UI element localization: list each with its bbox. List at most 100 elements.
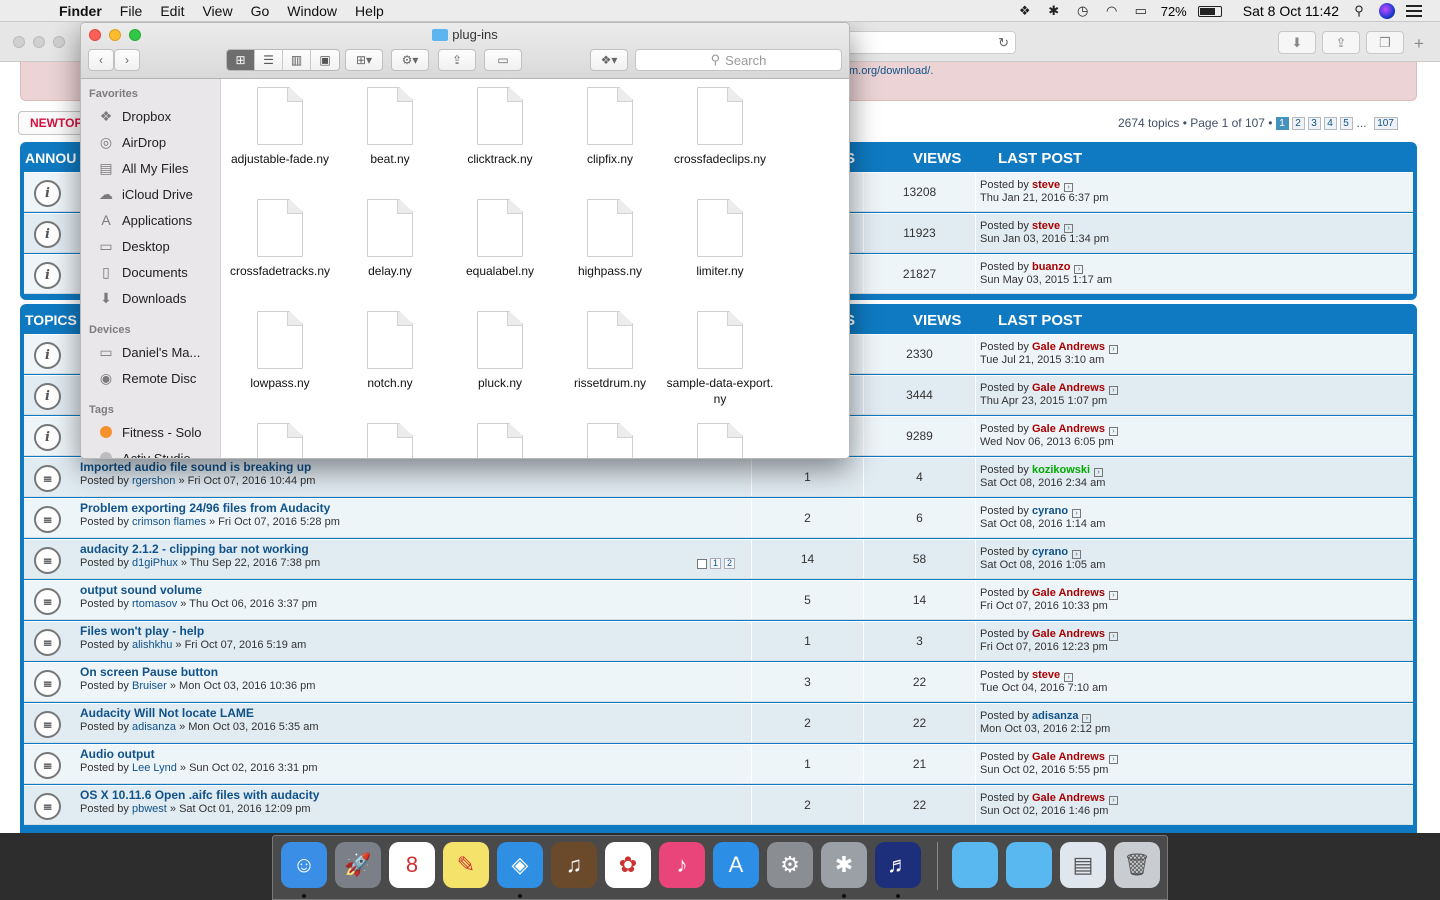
topic-title[interactable]: On screen Pause button	[80, 665, 218, 679]
topic-author[interactable]: alishkhu	[132, 639, 172, 651]
topic-title[interactable]: audacity 2.1.2 - clipping bar not workin…	[80, 542, 309, 556]
new-tab-icon[interactable]: +	[1414, 34, 1424, 54]
topic-row[interactable]: ≡ Audacity Will Not locate LAME Posted by …	[24, 703, 1413, 743]
file-item[interactable]	[445, 415, 555, 458]
menu-file[interactable]: File	[111, 3, 152, 19]
view-latest-post-icon[interactable]: ›	[1108, 386, 1118, 395]
sidebar-device-remote-disc[interactable]: ◉ Remote Disc	[97, 368, 197, 388]
topic-title[interactable]: Audacity Will Not locate LAME	[80, 706, 254, 720]
dropbox-button[interactable]: ❖▾	[590, 49, 628, 71]
new-topic-button[interactable]: NEWTOP	[18, 111, 88, 135]
file-item[interactable]: sample-data-export.ny	[665, 303, 775, 407]
sidebar-tag[interactable]: Activ Studio	[97, 448, 191, 458]
last-post-user[interactable]: kozikowski	[1032, 464, 1090, 476]
finder-dock-icon[interactable]: ☺	[281, 842, 327, 888]
file-item[interactable]	[665, 415, 775, 458]
page-1[interactable]: 1	[1275, 116, 1289, 130]
last-post-user[interactable]: cyrano	[1032, 546, 1068, 558]
topic-title[interactable]: OS X 10.11.6 Open .aifc files with audac…	[80, 788, 319, 802]
file-item[interactable]: lowpass.ny	[225, 303, 335, 391]
file-item[interactable]: highpass.ny	[555, 191, 665, 279]
file-item[interactable]	[555, 415, 665, 458]
last-post-user[interactable]: cyrano	[1032, 505, 1068, 517]
view-latest-post-icon[interactable]: ›	[1108, 427, 1118, 436]
menu-window[interactable]: Window	[278, 3, 346, 19]
topic-row[interactable]: ≡ OS X 10.11.6 Open .aifc files with auda…	[24, 785, 1413, 825]
file-item[interactable]: clipfix.ny	[555, 79, 665, 167]
topic-author[interactable]: pbwest	[132, 803, 167, 815]
column-view-button[interactable]: ▥	[283, 50, 311, 70]
topic-row[interactable]: ≡ Files won't play - help Posted by alishk…	[24, 621, 1413, 661]
battery-icon[interactable]	[1197, 5, 1222, 17]
topic-author[interactable]: d1giPhux	[132, 557, 178, 569]
address-bar[interactable]: ↻	[840, 31, 1016, 54]
file-item[interactable]: clicktrack.ny	[445, 79, 555, 167]
view-latest-post-icon[interactable]: ›	[1064, 183, 1074, 192]
bug-status-icon[interactable]: ✱	[1045, 3, 1063, 19]
dropbox-status-icon[interactable]: ❖	[1016, 3, 1034, 19]
topic-author[interactable]: rtomasov	[132, 598, 177, 610]
sidebar-item-airdrop[interactable]: ◎ AirDrop	[97, 132, 166, 152]
browser-zoom-button[interactable]	[53, 36, 65, 48]
topic-page-link[interactable]: 2	[724, 558, 735, 569]
page-2[interactable]: 2	[1291, 116, 1305, 130]
appstore-dock-icon[interactable]: A	[713, 842, 759, 888]
edit-tags-button[interactable]: ▭	[484, 49, 522, 71]
share-button[interactable]: ⇪	[438, 49, 476, 71]
view-latest-post-icon[interactable]: ›	[1064, 224, 1074, 233]
list-view-button[interactable]: ☰	[255, 50, 283, 70]
last-post-user[interactable]: Gale Andrews	[1032, 423, 1105, 435]
topic-author[interactable]: Lee Lynd	[132, 762, 177, 774]
view-latest-post-icon[interactable]: ›	[1094, 468, 1104, 477]
battery-percent[interactable]: 72%	[1161, 4, 1187, 19]
airplay-icon[interactable]: ▭	[1132, 3, 1150, 19]
share-button[interactable]: ⇪	[1322, 31, 1360, 54]
topic-row[interactable]: ≡ output sound volume Posted by rtomasov »…	[24, 580, 1413, 620]
topic-page-link[interactable]: 1	[710, 558, 721, 569]
last-post-user[interactable]: Gale Andrews	[1032, 341, 1105, 353]
time-machine-icon[interactable]: ◷	[1074, 3, 1092, 19]
topic-row[interactable]: ≡ Audio output Posted by Lee Lynd » Sun Oc…	[24, 744, 1413, 784]
view-latest-post-icon[interactable]: ›	[1108, 632, 1118, 641]
menu-help[interactable]: Help	[346, 3, 393, 19]
launchpad-dock-icon[interactable]: 🚀	[335, 842, 381, 888]
topic-title[interactable]: Imported audio file sound is breaking up	[80, 460, 311, 474]
trash-dock-icon[interactable]: 🗑	[1114, 842, 1160, 888]
downloads-button[interactable]: ⬇	[1278, 31, 1316, 54]
sidebar-item-all-my-files[interactable]: ▤ All My Files	[97, 158, 188, 178]
stickies-dock-icon[interactable]: ✎	[443, 842, 489, 888]
sidebar-tag[interactable]: Fitness - Solo	[97, 422, 201, 442]
view-latest-post-icon[interactable]: ›	[1074, 265, 1084, 274]
last-post-user[interactable]: buanzo	[1032, 261, 1071, 273]
notification-center-icon[interactable]	[1406, 5, 1422, 17]
system-preferences-dock-icon[interactable]: ⚙	[767, 842, 813, 888]
coverflow-view-button[interactable]: ▣	[311, 50, 339, 70]
itunes-dock-icon[interactable]: ♪	[659, 842, 705, 888]
file-item[interactable]	[225, 415, 335, 458]
view-latest-post-icon[interactable]: ›	[1064, 673, 1074, 682]
view-latest-post-icon[interactable]: ›	[1108, 345, 1118, 354]
view-latest-post-icon[interactable]: ›	[1108, 755, 1118, 764]
menu-go[interactable]: Go	[242, 3, 279, 19]
topic-title[interactable]: Audio output	[80, 747, 155, 761]
last-post-user[interactable]: steve	[1032, 220, 1060, 232]
file-item[interactable]: limiter.ny	[665, 191, 775, 279]
last-post-user[interactable]: Gale Andrews	[1032, 792, 1105, 804]
safari-dock-icon[interactable]: ◈	[497, 842, 543, 888]
icon-view-button[interactable]: ⊞	[227, 50, 255, 70]
file-item[interactable]: crossfadeclips.ny	[665, 79, 775, 167]
arrange-button[interactable]: ⊞▾	[345, 49, 383, 71]
topic-title[interactable]: Problem exporting 24/96 files from Audac…	[80, 501, 330, 515]
forward-button[interactable]: ›	[114, 49, 140, 71]
page-4[interactable]: 4	[1323, 116, 1337, 130]
download-link[interactable]: m.org/download/.	[849, 65, 933, 77]
siri-icon[interactable]	[1379, 3, 1395, 19]
last-post-user[interactable]: Gale Andrews	[1032, 587, 1105, 599]
wifi-icon[interactable]: ◠	[1103, 3, 1121, 19]
file-item[interactable]: beat.ny	[335, 79, 445, 167]
browser-minimize-button[interactable]	[33, 36, 45, 48]
sidebar-item-documents[interactable]: ▯ Documents	[97, 262, 188, 282]
topic-author[interactable]: adisanza	[132, 721, 176, 733]
reload-icon[interactable]: ↻	[998, 35, 1009, 51]
last-post-user[interactable]: steve	[1032, 669, 1060, 681]
